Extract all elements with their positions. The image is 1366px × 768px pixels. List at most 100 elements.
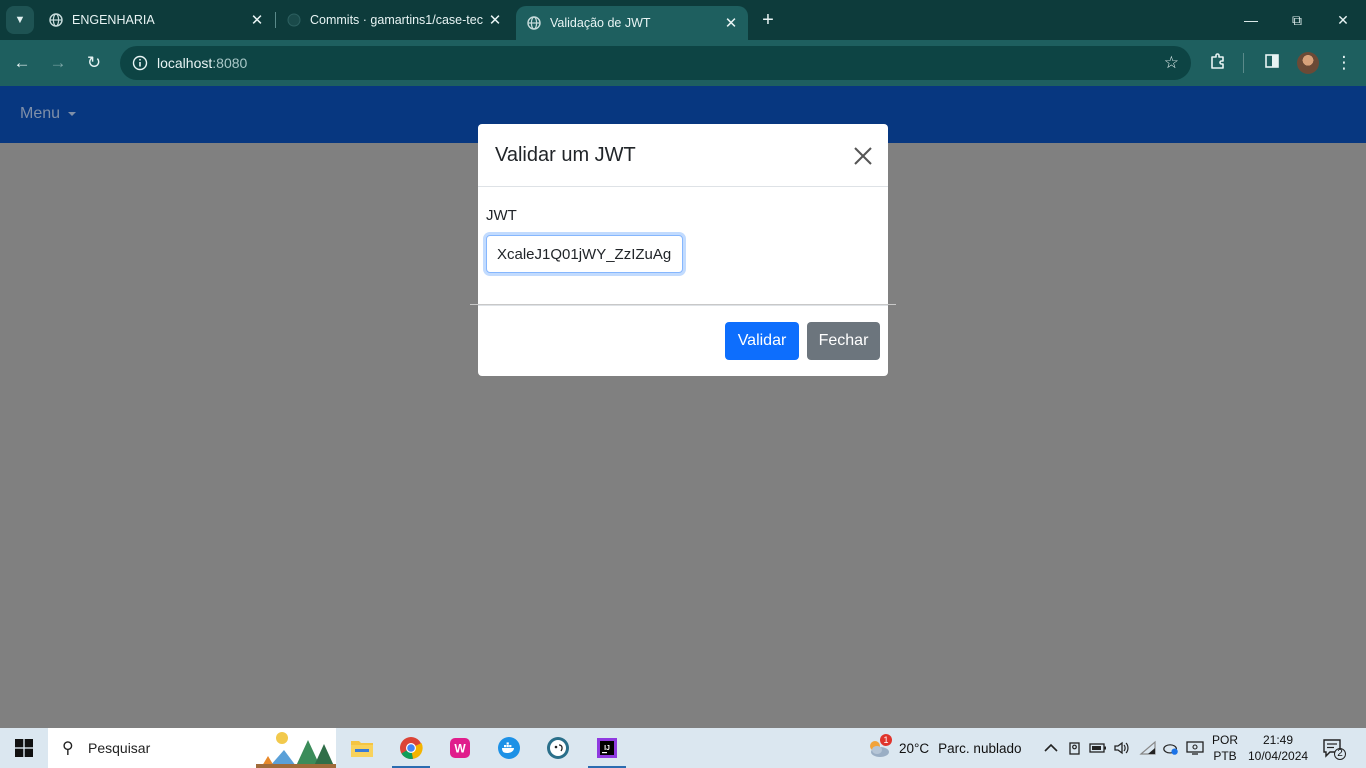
weather-widget[interactable]: 1 20°C Parc. nublado [866, 728, 1021, 768]
url-text: localhost:8080 [157, 55, 247, 71]
campfire-highlight-icon [256, 732, 336, 768]
kebab-menu-icon: ⋮ [1335, 53, 1353, 72]
docker-icon [498, 737, 520, 759]
restore-icon: ⧉ [1292, 11, 1302, 28]
tab-strip: ▼ ENGENHARIA ✕ Commits · gamartins1/case… [0, 0, 1366, 40]
modal-body: JWT [478, 187, 888, 305]
taskbar-intellij[interactable]: IJ [584, 728, 630, 768]
jwt-input[interactable] [486, 235, 683, 273]
globe-icon [48, 12, 64, 28]
modal-close-button[interactable] [851, 144, 875, 168]
search-placeholder: Pesquisar [88, 740, 151, 756]
back-button[interactable]: ← [8, 49, 36, 77]
close-icon[interactable]: ✕ [722, 14, 740, 32]
browser-toolbar: ← → ↻ localhost:8080 ☆ ⋮ [0, 40, 1366, 86]
tab-engenharia[interactable]: ENGENHARIA ✕ [36, 0, 274, 40]
display-settings-icon[interactable] [1186, 739, 1204, 757]
taskbar-pgadmin[interactable] [535, 728, 581, 768]
address-bar[interactable]: localhost:8080 ☆ [120, 46, 1191, 80]
forward-button[interactable]: → [44, 49, 72, 77]
menu-label: Menu [20, 105, 61, 122]
tab-title: ENGENHARIA [72, 13, 155, 27]
taskbar: ⚲ Pesquisar W IJ 1 20°C Parc. nublado PO… [0, 728, 1366, 768]
globe-icon [526, 15, 542, 31]
caret-down-icon [68, 112, 77, 116]
chevron-down-icon: ▼ [14, 14, 26, 26]
more-menu-button[interactable]: ⋮ [1330, 49, 1358, 77]
notification-center-button[interactable]: 2 [1322, 738, 1346, 760]
arrow-right-icon: → [49, 53, 67, 72]
modal-header: Validar um JWT [478, 124, 888, 187]
close-icon: ✕ [1337, 11, 1349, 28]
search-icon: ⚲ [62, 740, 74, 757]
bookmark-star-icon[interactable]: ☆ [1164, 53, 1179, 73]
system-clock[interactable]: 21:49 10/04/2024 [1248, 732, 1308, 764]
taskbar-docker[interactable] [486, 728, 532, 768]
battery-icon[interactable] [1089, 739, 1107, 757]
tab-search-button[interactable]: ▼ [6, 6, 34, 34]
side-panel-button[interactable] [1258, 49, 1286, 77]
toolbar-divider [1243, 53, 1244, 73]
close-button[interactable]: Fechar [807, 322, 880, 360]
new-tab-button[interactable]: + [756, 8, 780, 32]
start-button[interactable] [0, 728, 48, 768]
close-icon [854, 147, 872, 165]
restore-button[interactable]: ⧉ [1274, 0, 1320, 40]
svg-text:W: W [454, 742, 466, 756]
close-window-button[interactable]: ✕ [1320, 0, 1366, 40]
profile-avatar[interactable] [1297, 52, 1319, 74]
menu-dropdown-toggle[interactable]: Menu [20, 105, 77, 123]
taskbar-wamp[interactable]: W [437, 728, 483, 768]
github-icon [286, 12, 302, 28]
divider-line [470, 304, 896, 305]
tab-title: Validação de JWT [550, 16, 651, 30]
tab-validacao-jwt[interactable]: Validação de JWT ✕ [516, 6, 748, 40]
language-code: POR [1212, 733, 1239, 747]
reload-icon: ↻ [86, 53, 102, 72]
taskbar-file-explorer[interactable] [339, 728, 385, 768]
notification-count: 2 [1337, 748, 1343, 759]
intellij-icon: IJ [597, 738, 617, 758]
onedrive-icon[interactable] [1162, 739, 1180, 757]
svg-text:IJ: IJ [604, 745, 610, 752]
folder-icon [351, 741, 373, 757]
tab-commits[interactable]: Commits · gamartins1/case-tec ✕ [274, 0, 512, 40]
arrow-left-icon: ← [13, 53, 31, 72]
speaker-icon[interactable] [1113, 739, 1131, 757]
taskbar-search[interactable]: ⚲ Pesquisar [48, 728, 336, 768]
chevron-up-icon[interactable] [1042, 739, 1060, 757]
extensions-button[interactable] [1204, 49, 1232, 77]
weather-temperature: 20°C [899, 740, 930, 756]
weather-cloud-icon: 1 [866, 734, 892, 759]
taskbar-chrome[interactable] [388, 728, 434, 768]
url-port: :8080 [212, 55, 248, 71]
puzzle-icon [1209, 52, 1227, 75]
side-panel-icon [1264, 53, 1280, 74]
clock-time: 21:49 [1262, 733, 1294, 747]
validate-jwt-modal: Validar um JWT JWT Validar Fechar [478, 124, 888, 376]
tab-title: Commits · gamartins1/case-tec [310, 13, 483, 27]
keyboard-layout: PTB [1213, 749, 1237, 763]
close-icon[interactable]: ✕ [486, 11, 504, 29]
validate-button[interactable]: Validar [725, 322, 799, 360]
input-language-indicator[interactable]: POR PTB [1212, 732, 1238, 764]
elephant-icon [547, 737, 569, 759]
minimize-button[interactable]: — [1228, 0, 1274, 40]
clock-date: 10/04/2024 [1248, 749, 1309, 763]
url-host: localhost [157, 55, 213, 71]
weather-description: Parc. nublado [938, 740, 1022, 756]
wifi-icon[interactable] [1139, 739, 1157, 757]
jwt-field-label: JWT [486, 207, 517, 224]
meet-now-icon[interactable] [1066, 739, 1084, 757]
close-icon[interactable]: ✕ [248, 11, 266, 29]
modal-footer: Validar Fechar [478, 305, 888, 376]
wamp-icon: W [450, 738, 470, 758]
windows-logo-icon [15, 739, 33, 757]
plus-icon: + [762, 8, 774, 31]
reload-button[interactable]: ↻ [80, 49, 108, 77]
info-icon[interactable] [128, 51, 152, 75]
modal-title: Validar um JWT [495, 144, 636, 166]
minimize-icon: — [1244, 12, 1258, 28]
weather-alert-badge: 1 [880, 734, 892, 746]
chrome-icon [400, 737, 423, 759]
